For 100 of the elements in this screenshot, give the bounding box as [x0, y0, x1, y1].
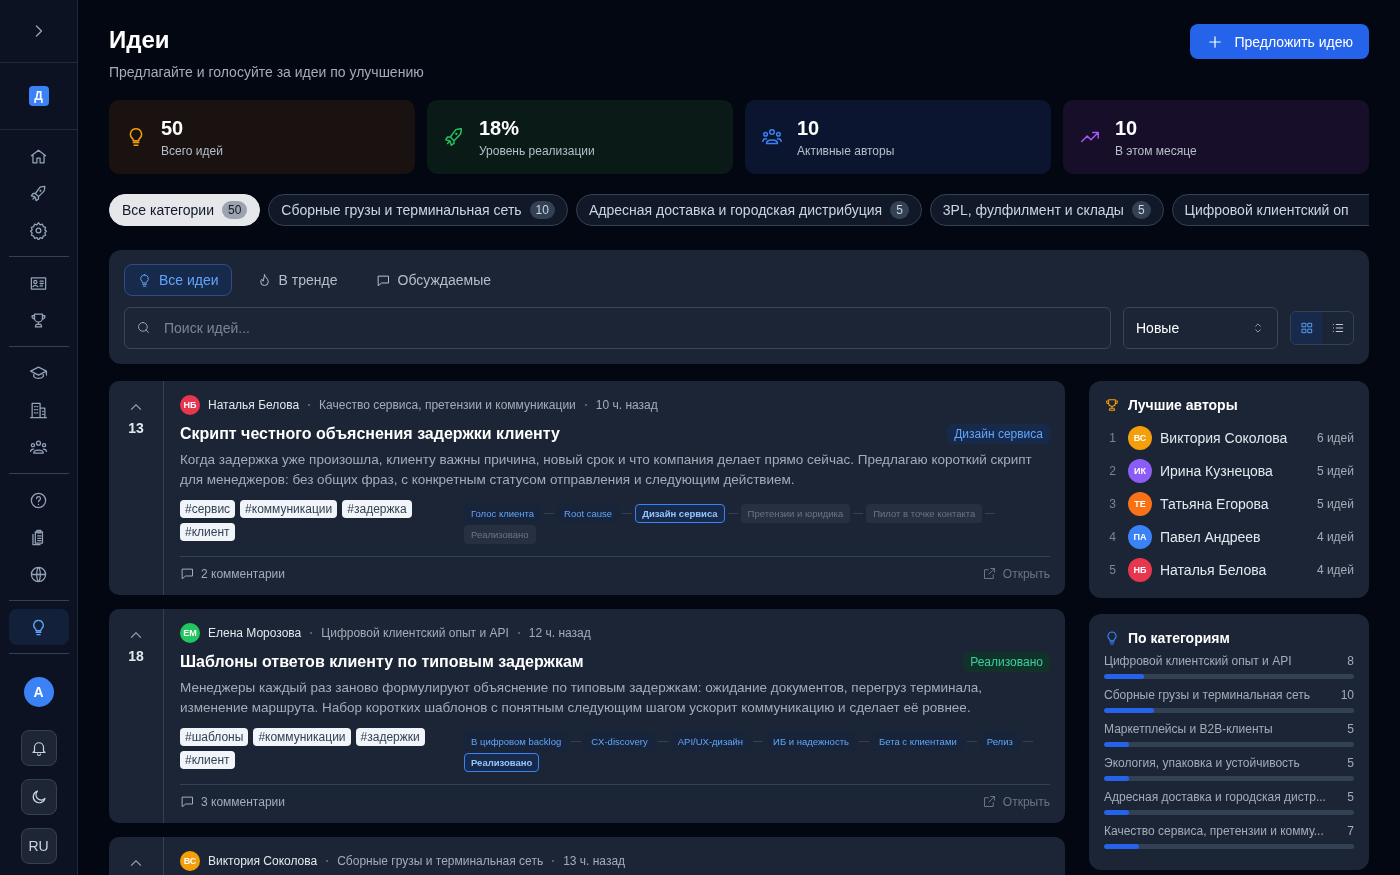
- nav-item[interactable]: [8, 609, 69, 645]
- category-label: Адресная доставка и городская дистрибуция: [588, 202, 883, 218]
- comments-link[interactable]: 3 комментарии: [180, 794, 285, 809]
- idea-count: 5 идей: [1316, 496, 1354, 511]
- idea-time: 13 ч. назад: [563, 854, 626, 868]
- category-label: Все категории: [122, 202, 214, 218]
- category-chip[interactable]: Сборные грузы и терминальная сеть 10: [268, 194, 568, 226]
- stage-label: Голос клиента: [464, 504, 542, 523]
- tag[interactable]: #коммуникации: [253, 728, 351, 746]
- author-name[interactable]: Павел Андреев: [1160, 528, 1309, 545]
- language-button[interactable]: RU: [20, 828, 57, 864]
- globe-icon: [29, 564, 48, 584]
- stage-label: Релиз: [979, 732, 1020, 751]
- stat-value: 10: [797, 116, 821, 140]
- category-chip[interactable]: Все категории 50: [109, 194, 261, 226]
- stat-value: 10: [1115, 116, 1139, 140]
- filter-tab[interactable]: Все идеи: [124, 264, 232, 296]
- idea-category: Сборные грузы и терминальная сеть: [337, 854, 544, 868]
- tag[interactable]: #клиент: [180, 751, 235, 769]
- list-icon: [1330, 321, 1345, 335]
- sort-select[interactable]: Новые: [1123, 307, 1278, 349]
- author-name[interactable]: Виктория Соколова: [1160, 429, 1309, 446]
- tag[interactable]: #сервис: [180, 500, 236, 518]
- tag[interactable]: #задержка: [342, 500, 412, 518]
- author-name: Елена Морозова: [208, 626, 302, 640]
- category-name: Экология, упаковка и устойчивость: [1104, 756, 1300, 770]
- vote-count: 13: [128, 420, 144, 436]
- stat-value: 18%: [479, 116, 521, 140]
- author-avatar: ПА: [1128, 524, 1152, 549]
- category-chip[interactable]: Адресная доставка и городская дистрибуция 5: [575, 194, 922, 226]
- idea-title[interactable]: Шаблоны ответов клиенту по типовым задержкам: [180, 653, 584, 671]
- filter-tab[interactable]: В тренде: [243, 264, 351, 296]
- category-name: Маркетплейсы и B2B-клиенты: [1104, 722, 1273, 736]
- author-name[interactable]: Ирина Кузнецова: [1160, 462, 1309, 479]
- category-name: Сборные грузы и терминальная сеть: [1104, 688, 1310, 702]
- tag[interactable]: #коммуникации: [240, 500, 338, 518]
- theme-button[interactable]: [20, 779, 57, 815]
- tag[interactable]: #задержки: [355, 728, 425, 746]
- idea-title[interactable]: Скрипт честного объяснения задержки клиенту: [180, 425, 560, 443]
- page-subtitle: Предлагайте и голосуйте за идеи по улучшению: [109, 64, 424, 80]
- chat-icon: [180, 794, 195, 809]
- notifications-button[interactable]: [20, 730, 57, 766]
- rank-number: 1: [1108, 430, 1116, 445]
- idea-category: Цифровой клиентский опыт и API: [321, 626, 509, 640]
- chat-icon: [375, 272, 391, 288]
- vote-count: 18: [128, 648, 144, 664]
- bell-icon: [29, 739, 48, 757]
- stat-label: Активные авторы: [797, 143, 895, 158]
- idea-count: 6 идей: [1316, 430, 1354, 445]
- tag[interactable]: #клиент: [180, 523, 235, 541]
- author-avatar: НБ: [180, 395, 200, 415]
- count-badge: 5: [890, 201, 909, 219]
- author-name[interactable]: Татьяна Егорова: [1160, 495, 1309, 512]
- status-badge: Реализовано: [963, 652, 1050, 672]
- stage-label: API/UX-дизайн: [670, 732, 751, 751]
- stat-label: Уровень реализации: [479, 143, 595, 158]
- idea-time: 12 ч. назад: [528, 626, 591, 640]
- panel-title: Лучшие авторы: [1128, 397, 1238, 413]
- logo[interactable]: Д: [28, 86, 49, 106]
- idea-count: 5 идей: [1316, 463, 1354, 478]
- author-avatar: ТЕ: [1128, 491, 1152, 516]
- view-button[interactable]: [1291, 312, 1322, 344]
- rocket-icon: [443, 126, 465, 148]
- idea-count: 4 идей: [1316, 529, 1354, 544]
- rank-number: 3: [1108, 496, 1116, 511]
- stage-label: Реализовано: [464, 525, 536, 544]
- comments-link[interactable]: 2 комментарии: [180, 566, 285, 581]
- category-chip[interactable]: Цифровой клиентский оп: [1171, 194, 1369, 226]
- grid-icon: [1299, 321, 1314, 335]
- stage-label: Претензии и юридика: [740, 504, 851, 523]
- idea-description: Менеджеры каждый раз заново формулируют объяснение по типовым задержкам: ожидание документов, перегруз терминала, изменение маршрута. Набор коротких шаблонов с понятным следующим шагом ускорит коммуникацию и сделает её ровнее.: [180, 679, 984, 717]
- author-name[interactable]: Наталья Белова: [1160, 561, 1309, 578]
- stage-label: Реализовано: [464, 753, 540, 772]
- count-badge: 10: [529, 201, 555, 219]
- tag[interactable]: #шаблоны: [180, 728, 249, 746]
- category-name: Качество сервиса, претензии и комму...: [1104, 824, 1324, 838]
- author-avatar: НБ: [1128, 557, 1152, 582]
- category-count: 10: [1340, 688, 1354, 702]
- idea-description: Когда задержка уже произошла, клиенту важны причина, новый срок и что компания делает прямо сейчас. Предлагаю короткий скрипт для менеджеров: без общих фраз, с конкретным статусом отправления и следующим действием.: [180, 451, 1033, 489]
- category-chip[interactable]: 3PL, фулфилмент и склады 5: [929, 194, 1164, 226]
- category-label: Сборные грузы и терминальная сеть: [281, 202, 522, 218]
- panel-title: По категориям: [1128, 630, 1230, 646]
- idea-category: Качество сервиса, претензии и коммуникации: [319, 398, 576, 412]
- stage-label: Бета с клиентами: [871, 732, 964, 751]
- rocket-icon: [29, 183, 48, 203]
- stat-value: 50: [161, 116, 185, 140]
- category-count: 5: [1347, 756, 1354, 770]
- idea-count: 4 идей: [1316, 562, 1354, 577]
- building-icon: [29, 400, 48, 420]
- author-name: Виктория Соколова: [208, 854, 318, 868]
- rank-number: 5: [1108, 562, 1116, 577]
- filter-tab[interactable]: Обсуждаемые: [362, 264, 504, 296]
- suggest-idea-button[interactable]: Предложить идею: [1190, 24, 1369, 59]
- user-avatar[interactable]: A: [23, 677, 54, 707]
- author-avatar: ВС: [180, 851, 200, 871]
- stat-label: В этом месяце: [1115, 143, 1197, 158]
- search-field[interactable]: Поиск идей...: [124, 307, 1111, 349]
- author-avatar: ЕМ: [180, 623, 200, 643]
- stage-label: Root cause: [557, 504, 620, 523]
- home-icon: [29, 146, 48, 166]
